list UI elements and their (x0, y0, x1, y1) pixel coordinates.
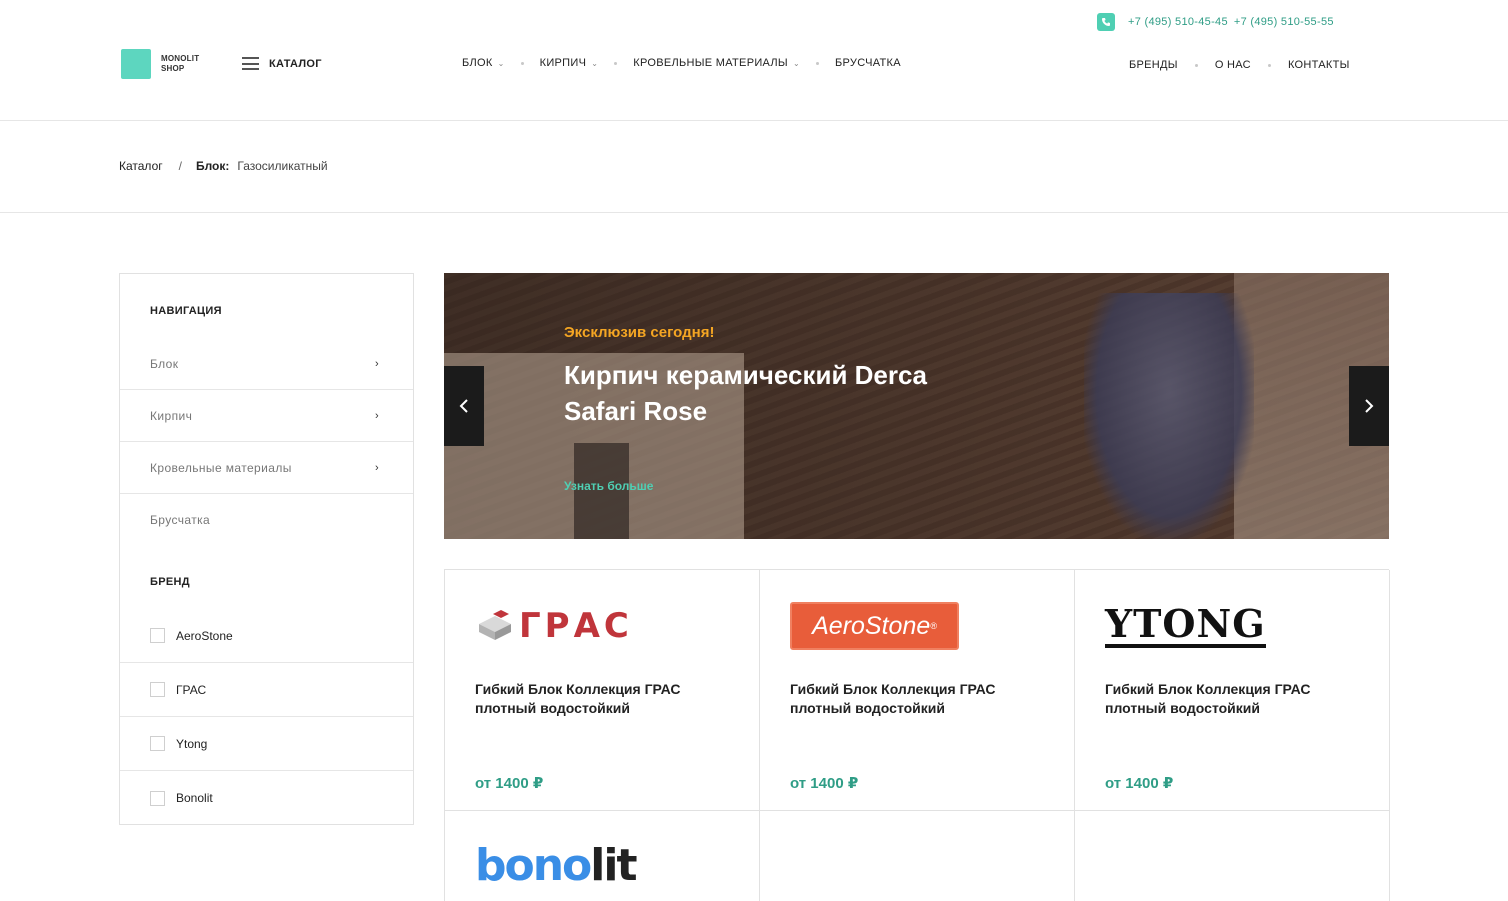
nav-item-brands[interactable]: БРЕНДЫ (1129, 59, 1178, 71)
brand-filter-bonolit[interactable]: Bonolit (120, 771, 413, 825)
product-card[interactable]: ГРАС Гибкий Блок Коллекция ГРАС плотный … (445, 570, 760, 811)
nav-item-about[interactable]: О НАС (1215, 59, 1251, 71)
nav-item-contacts[interactable]: КОНТАКТЫ (1288, 59, 1350, 71)
product-price: от 1400 ₽ (475, 775, 544, 792)
breadcrumb: Каталог / Блок: Газосиликатный (119, 159, 328, 173)
product-name: Гибкий Блок Коллекция ГРАС плотный водос… (790, 681, 996, 716)
product-card-empty (1075, 811, 1390, 901)
product-grid: ГРАС Гибкий Блок Коллекция ГРАС плотный … (444, 569, 1390, 901)
nav-separator (816, 61, 819, 65)
brand-checkbox[interactable] (150, 790, 165, 806)
phone-number-1[interactable]: +7 (495) 510-45-45 (1128, 16, 1228, 28)
nav-separator (614, 61, 618, 65)
breadcrumb-separator: / (178, 159, 182, 173)
breadcrumb-section[interactable]: Блок: (196, 159, 229, 173)
chevron-right-icon: › (375, 461, 380, 474)
brand-logo-ytong: YTONG (1105, 601, 1266, 648)
menu-icon (242, 57, 259, 70)
brand-checkbox[interactable] (150, 682, 165, 697)
site-logo[interactable]: MONOLIT SHOP (121, 49, 199, 79)
chevron-down-icon: ⌄ (497, 58, 505, 68)
phone-icon (1097, 13, 1115, 31)
sidebar-item-block[interactable]: Блок › (120, 338, 413, 390)
phone-block: +7 (495) 510-45-45 +7 (495) 510-55-55 (1097, 13, 1334, 31)
nav-item-brick[interactable]: КИРПИЧ ⌄ (540, 57, 599, 69)
breadcrumb-catalog[interactable]: Каталог (119, 159, 163, 173)
slider-prev-button[interactable] (444, 366, 484, 446)
sidebar-item-roofing[interactable]: Кровельные материалы › (120, 442, 413, 494)
chevron-down-icon: ⌄ (792, 58, 800, 68)
product-name: Гибкий Блок Коллекция ГРАС плотный водос… (1105, 681, 1311, 716)
brand-logo-bonolit: bonolit (475, 839, 637, 891)
breadcrumb-bar: Каталог / Блок: Газосиликатный (0, 121, 1508, 213)
brand-logo-aerostone: AeroStone ® (790, 600, 959, 652)
slide-kicker: Эксклюзив сегодня! (564, 324, 715, 341)
product-price: от 1400 ₽ (1105, 775, 1174, 792)
nav-item-paving[interactable]: БРУСЧАТКА (835, 57, 901, 69)
brand-checkbox[interactable] (150, 628, 165, 643)
nav-item-roofing[interactable]: КРОВЕЛЬНЫЕ МАТЕРИАЛЫ ⌄ (633, 57, 800, 69)
brand-filter-gras[interactable]: ГРАС (120, 663, 413, 717)
product-name: Гибкий Блок Коллекция ГРАС плотный водос… (475, 681, 681, 716)
catalog-button[interactable]: КАТАЛОГ (242, 57, 322, 70)
promo-slider: Эксклюзив сегодня! Кирпич керамический D… (444, 273, 1389, 539)
nav-separator (1194, 63, 1198, 67)
slide-learn-more-link[interactable]: Узнать больше (564, 479, 653, 493)
chevron-right-icon: › (375, 357, 380, 370)
brand-checkbox[interactable] (150, 736, 165, 751)
main-nav: БЛОК ⌄ КИРПИЧ ⌄ КРОВЕЛЬНЫЕ МАТЕРИАЛЫ ⌄ Б… (462, 57, 901, 69)
catalog-label: КАТАЛОГ (269, 57, 322, 70)
sidebar-nav-heading: НАВИГАЦИЯ (150, 305, 222, 317)
nav-item-block[interactable]: БЛОК ⌄ (462, 57, 505, 69)
sidebar-item-paving[interactable]: Брусчатка (120, 494, 413, 546)
brand-filter-aerostone[interactable]: AeroStone (120, 609, 413, 663)
sidebar: НАВИГАЦИЯ Блок › Кирпич › Кровельные мат… (119, 273, 414, 825)
secondary-nav: БРЕНДЫ О НАС КОНТАКТЫ (1129, 59, 1350, 71)
chevron-right-icon (1365, 399, 1374, 413)
nav-separator (1267, 63, 1271, 67)
chevron-down-icon: ⌄ (591, 58, 599, 68)
sidebar-item-brick[interactable]: Кирпич › (120, 390, 413, 442)
product-card[interactable]: bonolit (445, 811, 760, 901)
brand-logo-gras: ГРАС (475, 600, 633, 652)
slide-background-worker (1084, 293, 1254, 539)
logo-wordmark: MONOLIT SHOP (161, 54, 200, 73)
product-price: от 1400 ₽ (790, 775, 859, 792)
slider-next-button[interactable] (1349, 366, 1389, 446)
chevron-right-icon: › (375, 409, 380, 422)
breadcrumb-current: Газосиликатный (237, 159, 328, 173)
product-card[interactable]: AeroStone ® Гибкий Блок Коллекция ГРАС пл… (760, 570, 1075, 811)
slide-title: Кирпич керамический Derca Safari Rose (564, 360, 927, 426)
product-card[interactable]: YTONG Гибкий Блок Коллекция ГРАС плотный… (1075, 570, 1390, 811)
product-card-empty (760, 811, 1075, 901)
nav-separator (520, 61, 524, 65)
site-header: MONOLIT SHOP КАТАЛОГ БЛОК ⌄ КИРПИЧ ⌄ КРО… (0, 0, 1508, 121)
brand-filter-ytong[interactable]: Ytong (120, 717, 413, 771)
chevron-left-icon (459, 399, 468, 413)
gras-cube-icon (479, 610, 511, 640)
phone-number-2[interactable]: +7 (495) 510-55-55 (1234, 16, 1334, 28)
logo-mark (121, 49, 151, 79)
sidebar-brand-heading: БРЕНД (150, 576, 190, 588)
